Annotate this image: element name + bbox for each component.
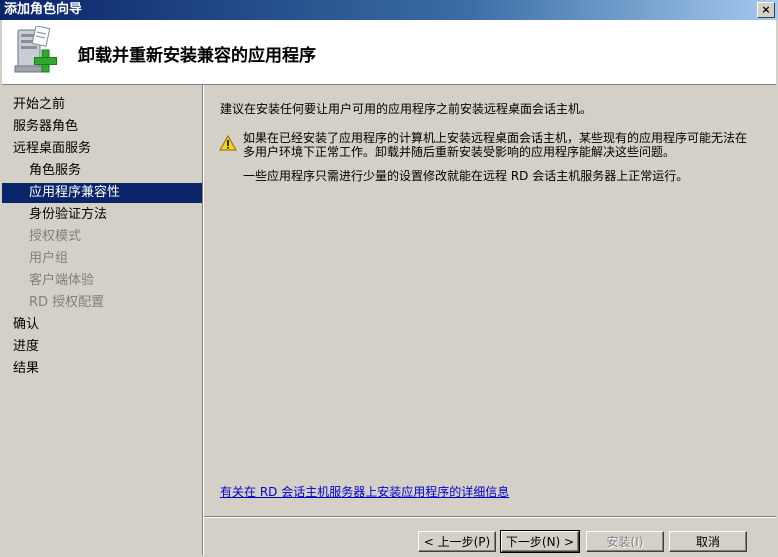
button-separator xyxy=(204,516,776,518)
intro-text: 建议在安装任何要让用户可用的应用程序之前安装远程桌面会话主机。 xyxy=(220,102,593,116)
sidebar-item-user-groups: 用户组 xyxy=(29,251,69,266)
sidebar-item-client-experience: 客户端体验 xyxy=(29,273,95,288)
page-title: 卸载并重新安装兼容的应用程序 xyxy=(78,46,316,66)
close-button[interactable]: × xyxy=(757,2,775,18)
sidebar-item-authentication-method[interactable]: 身份验证方法 xyxy=(2,205,202,225)
note-text: 一些应用程序只需进行少量的设置修改就能在远程 RD 会话主机服务器上正常运行。 xyxy=(243,169,689,183)
warning-icon xyxy=(219,135,237,151)
sidebar-item-rd-licensing-config: RD 授权配置 xyxy=(29,295,105,310)
window-titlebar: 添加角色向导 × xyxy=(0,0,778,20)
server-add-icon xyxy=(14,26,57,73)
more-info-link[interactable]: 有关在 RD 会话主机服务器上安装应用程序的详细信息 xyxy=(220,483,509,500)
sidebar-item-application-compatibility[interactable]: 应用程序兼容性 xyxy=(2,183,202,203)
sidebar-item-remote-desktop-services[interactable]: 远程桌面服务 xyxy=(2,139,202,159)
back-button[interactable]: < 上一步(P) xyxy=(418,531,496,552)
wizard-header: 卸载并重新安装兼容的应用程序 xyxy=(2,20,776,85)
wizard-content: 建议在安装任何要让用户可用的应用程序之前安装远程桌面会话主机。 如果在已经安装了… xyxy=(204,85,776,515)
sidebar-item-results[interactable]: 结果 xyxy=(2,359,202,379)
sidebar-item-licensing-mode: 授权模式 xyxy=(29,229,82,244)
cancel-button[interactable]: 取消 xyxy=(669,531,747,552)
sidebar-item-server-roles[interactable]: 服务器角色 xyxy=(2,117,202,137)
sidebar-item-before-you-begin[interactable]: 开始之前 xyxy=(2,95,202,115)
sidebar-item-confirmation[interactable]: 确认 xyxy=(2,315,202,335)
install-button: 安装(I) xyxy=(586,531,664,552)
wizard-sidebar: 开始之前 服务器角色 远程桌面服务 角色服务 应用程序兼容性 身份验证方法 授权… xyxy=(2,85,202,555)
window-title: 添加角色向导 xyxy=(4,2,83,17)
warning-line-2: 多用户环境下正常工作。卸载并随后重新安装受影响的应用程序能解决这些问题。 xyxy=(243,145,676,159)
sidebar-item-role-services[interactable]: 角色服务 xyxy=(2,161,202,181)
warning-text: 如果在已经安装了应用程序的计算机上安装远程桌面会话主机，某些现有的应用程序可能无… xyxy=(243,131,763,159)
sidebar-item-progress[interactable]: 进度 xyxy=(2,337,202,357)
next-button[interactable]: 下一步(N) > xyxy=(500,530,580,553)
warning-line-1: 如果在已经安装了应用程序的计算机上安装远程桌面会话主机，某些现有的应用程序可能无… xyxy=(243,131,748,145)
